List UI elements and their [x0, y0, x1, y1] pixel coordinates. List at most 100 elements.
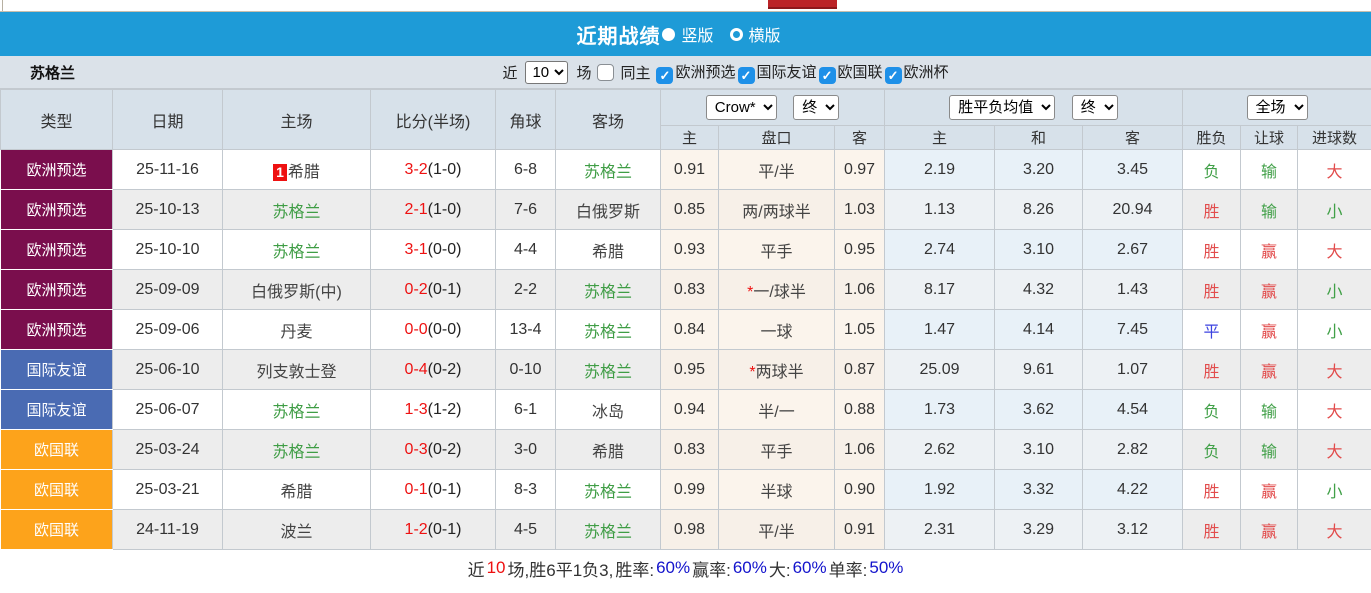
- goals-result-cell: 小: [1297, 469, 1371, 510]
- league-type-cell: 欧国联: [0, 469, 113, 510]
- avg-draw-odds-cell: 9.61: [994, 349, 1084, 390]
- match-row: 欧洲预选 25-10-10 苏格兰 3-1(0-0) 4-4 希腊 0.93 平手 0.95 2.…: [0, 229, 1371, 270]
- avg-away-odds-cell: 4.54: [1082, 389, 1184, 430]
- col-header-score: 比分(半场): [370, 89, 496, 150]
- summary-segment: 胜率:: [615, 560, 655, 580]
- match-count-select[interactable]: 10: [525, 60, 569, 84]
- bookmaker-period-select[interactable]: 终: [793, 95, 840, 120]
- away-team-cell: 苏格兰: [555, 349, 661, 390]
- score-cell: 0-1(0-1): [370, 469, 496, 510]
- avg-draw-odds-cell: 3.29: [994, 509, 1084, 550]
- spread-result-cell: 赢: [1240, 509, 1299, 550]
- summary-segment: 单率:: [828, 560, 868, 580]
- corners-cell: 6-1: [495, 389, 556, 430]
- summary-segment: 60%: [732, 558, 767, 577]
- rank-badge: 1: [273, 163, 287, 181]
- handicap-away-odds-cell: 0.88: [833, 389, 886, 430]
- summary-segment: 场,胜6平1负3,: [507, 560, 614, 580]
- home-team-cell: 波兰: [222, 509, 371, 550]
- handicap-line-text: 平手: [760, 243, 793, 261]
- corners-cell: 2-2: [495, 269, 556, 310]
- match-row: 欧国联 25-03-21 希腊 0-1(0-1) 8-3 苏格兰 0.99 半球 0.90 1.9…: [0, 469, 1371, 510]
- goals-result-text: 大: [1326, 403, 1343, 421]
- avg-draw-odds-cell: 3.10: [994, 429, 1084, 470]
- avg-draw-odds-cell: 4.32: [994, 269, 1084, 310]
- subheader-avg-draw: 和: [994, 125, 1084, 150]
- competition-checkbox[interactable]: ✓: [656, 66, 674, 84]
- handicap-group-header: Crow* 终: [659, 89, 886, 126]
- radio-horizontal-layout[interactable]: [729, 27, 743, 41]
- goals-result-text: 小: [1326, 483, 1343, 501]
- avg-home-odds-cell: 1.92: [884, 469, 996, 510]
- competition-checkbox[interactable]: ✓: [818, 66, 836, 84]
- result-cell: 胜: [1182, 189, 1242, 230]
- handicap-away-odds-cell: 0.90: [833, 469, 886, 510]
- away-team-cell: 希腊: [555, 229, 661, 270]
- avg-odds-select[interactable]: 胜平负均值: [949, 95, 1056, 120]
- halftime-score: (1-2): [427, 400, 462, 418]
- match-row: 欧国联 25-03-24 苏格兰 0-3(0-2) 3-0 希腊 0.83 平手 1.06 2.6…: [0, 429, 1371, 470]
- home-team-name: 希腊: [287, 163, 320, 181]
- home-team-name: 苏格兰: [272, 203, 321, 221]
- red-button-fragment[interactable]: [768, 0, 837, 9]
- top-cutoff-strip: [0, 0, 1371, 12]
- competition-label: 国际友谊: [756, 63, 817, 81]
- spread-result-cell: 赢: [1240, 469, 1299, 510]
- same-home-checkbox[interactable]: [597, 63, 615, 81]
- radio-horizontal-label[interactable]: 横版: [749, 22, 781, 46]
- goals-result-cell: 大: [1297, 349, 1371, 390]
- avg-draw-odds-cell: 4.14: [994, 309, 1084, 350]
- result-text: 负: [1203, 443, 1220, 461]
- goals-result-text: 小: [1326, 203, 1343, 221]
- result-text: 胜: [1203, 523, 1220, 541]
- goals-result-cell: 小: [1297, 269, 1371, 310]
- radio-vertical-layout[interactable]: [662, 27, 676, 41]
- handicap-home-odds-cell: 0.83: [660, 269, 719, 310]
- home-team-cell: 1 希腊: [222, 149, 371, 190]
- avg-period-select[interactable]: 终: [1071, 95, 1118, 120]
- league-type-cell: 欧洲预选: [0, 269, 113, 310]
- avg-home-odds-cell: 1.73: [884, 389, 996, 430]
- away-team-cell: 苏格兰: [555, 509, 661, 550]
- scope-select[interactable]: 全场: [1246, 95, 1308, 120]
- avg-home-odds-cell: 2.74: [884, 229, 996, 270]
- recent-results-panel: 近期战绩 竖版 横版 苏格兰 近 10 场 同主 ✓ 欧洲预选 ✓ 国际友谊 ✓ 欧国联 ✓…: [0, 0, 1371, 593]
- spread-result-text: 赢: [1261, 363, 1278, 381]
- handicap-line-cell: *两球半: [718, 349, 835, 390]
- away-team-name: 苏格兰: [583, 363, 632, 381]
- halftime-score: (0-2): [427, 440, 462, 458]
- handicap-line-cell: 平/半: [718, 509, 835, 550]
- home-team-cell: 苏格兰: [222, 189, 371, 230]
- handicap-line-text: 一球: [760, 323, 793, 341]
- away-team-cell: 苏格兰: [555, 149, 661, 190]
- handicap-home-odds-cell: 0.83: [660, 429, 719, 470]
- result-text: 胜: [1203, 203, 1220, 221]
- subheader-avg-away: 客: [1082, 125, 1184, 150]
- fulltime-score: 0-3: [404, 440, 428, 458]
- competition-checkbox[interactable]: ✓: [884, 66, 902, 84]
- radio-vertical-label[interactable]: 竖版: [681, 22, 713, 46]
- away-team-name: 苏格兰: [583, 523, 632, 541]
- result-text: 平: [1203, 323, 1220, 341]
- goals-result-cell: 大: [1297, 429, 1371, 470]
- results-table: 类型 日期 主场 比分(半场) 角球 客场 Crow* 终 胜平负均值 终 全场: [0, 89, 1371, 550]
- avg-odds-group-header: 胜平负均值 终: [884, 89, 1184, 126]
- home-team-cell: 苏格兰: [222, 429, 371, 470]
- away-team-name: 苏格兰: [583, 163, 632, 181]
- avg-home-odds-cell: 1.47: [884, 309, 996, 350]
- avg-away-odds-cell: 2.67: [1082, 229, 1184, 270]
- corners-cell: 4-5: [495, 509, 556, 550]
- fulltime-score: 1-3: [404, 400, 428, 418]
- home-team-name: 列支敦士登: [256, 363, 337, 381]
- competition-label: 欧洲杯: [903, 63, 949, 81]
- home-team-name: 波兰: [280, 523, 313, 541]
- bookmaker-select[interactable]: Crow*: [705, 95, 777, 120]
- handicap-line-text: 平/半: [758, 163, 795, 181]
- handicap-line-cell: 平/半: [718, 149, 835, 190]
- handicap-line-text: 平/半: [758, 523, 795, 541]
- competition-checkbox[interactable]: ✓: [737, 66, 755, 84]
- scope-group-header: 全场: [1182, 89, 1371, 126]
- subheader-goals: 进球数: [1297, 125, 1371, 150]
- away-team-cell: 苏格兰: [555, 309, 661, 350]
- subheader-avg-home: 主: [884, 125, 996, 150]
